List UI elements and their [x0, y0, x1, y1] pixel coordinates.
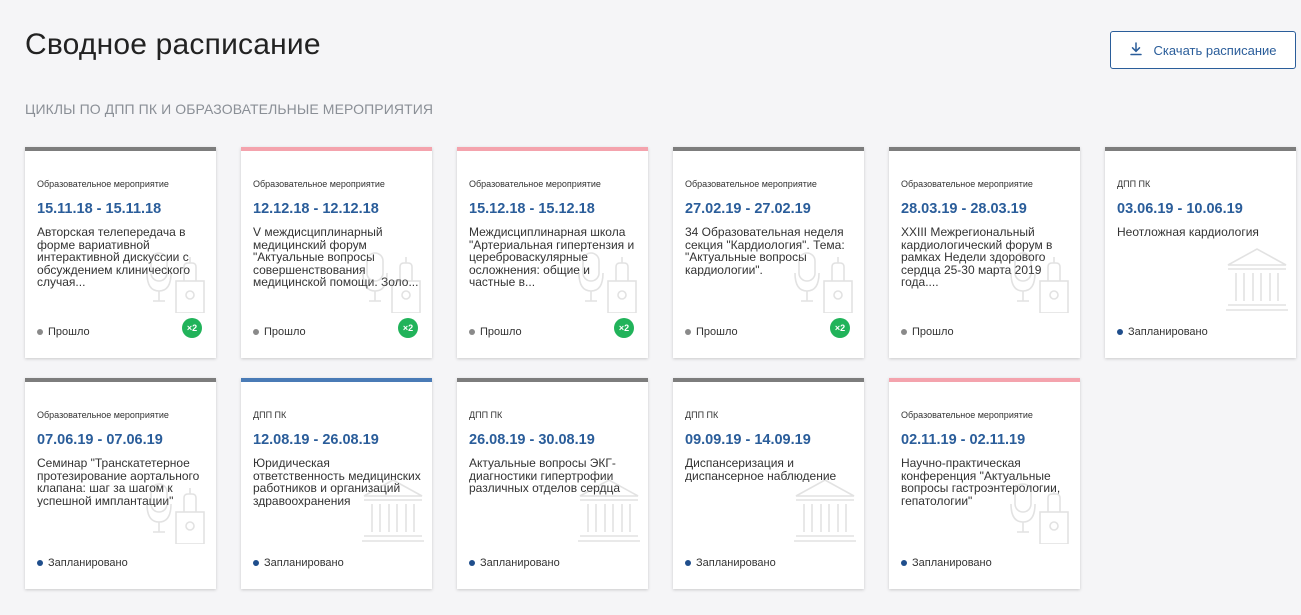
card-title: Неотложная кардиология — [1117, 226, 1259, 239]
schedule-card[interactable]: ДПП ПК 09.09.19 - 14.09.19 Диспансеризац… — [673, 378, 864, 589]
card-type: Образовательное мероприятие — [37, 179, 169, 189]
institution-icon — [794, 474, 856, 544]
card-status: Прошло — [685, 326, 738, 338]
download-schedule-label: Скачать расписание — [1153, 42, 1277, 58]
card-type: Образовательное мероприятие — [37, 410, 169, 420]
schedule-card[interactable]: Образовательное мероприятие 27.02.19 - 2… — [673, 147, 864, 358]
status-dot — [685, 560, 691, 566]
status-label: Прошло — [48, 326, 90, 338]
microphone-podium-icon — [794, 243, 856, 314]
card-dates: 07.06.19 - 07.06.19 — [37, 432, 163, 448]
schedule-card[interactable]: ДПП ПК 26.08.19 - 30.08.19 Актуальные во… — [457, 378, 648, 589]
status-dot — [901, 329, 907, 335]
status-label: Прошло — [912, 326, 954, 338]
card-dates: 02.11.19 - 02.11.19 — [901, 432, 1026, 448]
status-label: Запланировано — [48, 557, 128, 569]
card-type: Образовательное мероприятие — [685, 179, 817, 189]
card-dates: 09.09.19 - 14.09.19 — [685, 432, 811, 448]
status-dot — [253, 329, 259, 335]
status-dot — [253, 560, 259, 566]
schedule-card[interactable]: ДПП ПК 03.06.19 - 10.06.19 Неотложная ка… — [1105, 147, 1296, 358]
status-dot — [469, 560, 475, 566]
institution-icon — [1226, 243, 1288, 313]
card-dates: 15.11.18 - 15.11.18 — [37, 201, 162, 217]
schedule-card[interactable]: Образовательное мероприятие 02.11.19 - 0… — [889, 378, 1080, 589]
schedule-card[interactable]: Образовательное мероприятие 12.12.18 - 1… — [241, 147, 432, 358]
card-type: Образовательное мероприятие — [253, 179, 385, 189]
microphone-podium-icon — [578, 243, 640, 314]
card-status: Запланировано — [685, 557, 776, 569]
card-status: Прошло — [469, 326, 522, 338]
microphone-podium-icon — [146, 474, 208, 545]
card-type: Образовательное мероприятие — [901, 179, 1033, 189]
page-title: Сводное расписание — [25, 28, 321, 61]
schedule-card[interactable]: Образовательное мероприятие 28.03.19 - 2… — [889, 147, 1080, 358]
card-dates: 12.08.19 - 26.08.19 — [253, 432, 379, 448]
card-dates: 03.06.19 - 10.06.19 — [1117, 201, 1243, 217]
card-type: ДПП ПК — [253, 410, 287, 420]
count-badge: ×2 — [182, 318, 202, 338]
institution-icon — [362, 474, 424, 544]
section-title: ЦИКЛЫ ПО ДПП ПК И ОБРАЗОВАТЕЛЬНЫЕ МЕРОПР… — [25, 101, 434, 117]
card-type: ДПП ПК — [685, 410, 719, 420]
count-badge: ×2 — [398, 318, 418, 338]
status-label: Запланировано — [696, 557, 776, 569]
card-type: Образовательное мероприятие — [469, 179, 601, 189]
download-icon — [1129, 41, 1143, 59]
download-schedule-button[interactable]: Скачать расписание — [1110, 31, 1296, 69]
schedule-card[interactable]: Образовательное мероприятие 07.06.19 - 0… — [25, 378, 216, 589]
microphone-podium-icon — [362, 243, 424, 314]
status-dot — [685, 329, 691, 335]
count-badge: ×2 — [830, 318, 850, 338]
status-label: Запланировано — [1128, 326, 1208, 338]
status-dot — [469, 329, 475, 335]
status-label: Запланировано — [480, 557, 560, 569]
card-status: Запланировано — [37, 557, 128, 569]
card-status: Прошло — [37, 326, 90, 338]
institution-icon — [578, 474, 640, 544]
status-dot — [37, 329, 43, 335]
card-status: Запланировано — [253, 557, 344, 569]
schedule-card[interactable]: Образовательное мероприятие 15.12.18 - 1… — [457, 147, 648, 358]
card-status: Запланировано — [901, 557, 992, 569]
card-dates: 28.03.19 - 28.03.19 — [901, 201, 1027, 217]
card-status: Прошло — [901, 326, 954, 338]
schedule-card[interactable]: Образовательное мероприятие 15.11.18 - 1… — [25, 147, 216, 358]
card-type: ДПП ПК — [1117, 179, 1151, 189]
card-status: Прошло — [253, 326, 306, 338]
card-status: Запланировано — [469, 557, 560, 569]
card-type: Образовательное мероприятие — [901, 410, 1033, 420]
microphone-podium-icon — [1010, 243, 1072, 314]
card-dates: 26.08.19 - 30.08.19 — [469, 432, 595, 448]
card-dates: 15.12.18 - 15.12.18 — [469, 201, 595, 217]
card-dates: 27.02.19 - 27.02.19 — [685, 201, 811, 217]
microphone-podium-icon — [1010, 474, 1072, 545]
status-label: Прошло — [480, 326, 522, 338]
card-dates: 12.12.18 - 12.12.18 — [253, 201, 379, 217]
status-label: Прошло — [264, 326, 306, 338]
status-dot — [37, 560, 43, 566]
status-label: Запланировано — [264, 557, 344, 569]
status-label: Запланировано — [912, 557, 992, 569]
card-status: Запланировано — [1117, 326, 1208, 338]
status-label: Прошло — [696, 326, 738, 338]
schedule-grid: Образовательное мероприятие 15.11.18 - 1… — [25, 147, 1296, 589]
schedule-card[interactable]: ДПП ПК 12.08.19 - 26.08.19 Юридическая о… — [241, 378, 432, 589]
status-dot — [1117, 329, 1123, 335]
count-badge: ×2 — [614, 318, 634, 338]
card-type: ДПП ПК — [469, 410, 503, 420]
status-dot — [901, 560, 907, 566]
microphone-podium-icon — [146, 243, 208, 314]
